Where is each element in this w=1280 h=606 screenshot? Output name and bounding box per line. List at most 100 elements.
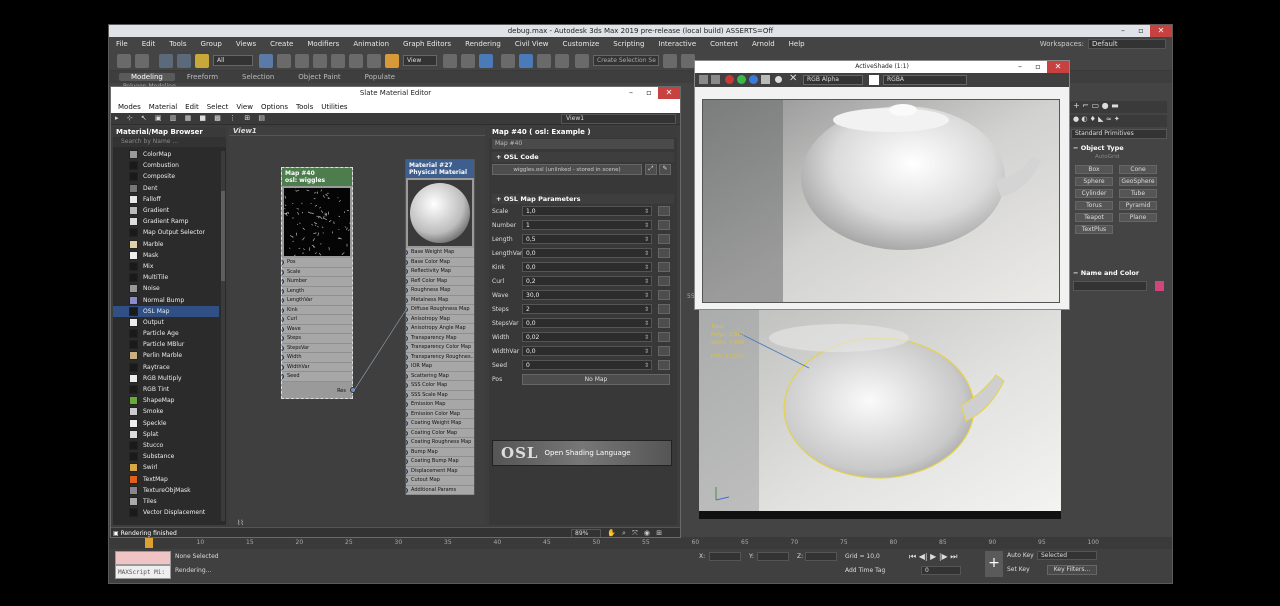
material-input-slot[interactable]: Emission Color Map <box>406 409 474 419</box>
slate-menu-options[interactable]: Options <box>257 103 292 111</box>
map-list-item[interactable]: Tiles <box>113 496 219 507</box>
activeshade-close-button[interactable]: ✕ <box>1047 61 1069 73</box>
map-list-item[interactable]: MultiTile <box>113 272 219 283</box>
select-manipulate-icon[interactable] <box>461 54 475 68</box>
save-image-icon[interactable] <box>699 75 708 84</box>
timeline-ruler[interactable]: 5101520253035404550556065707580859095100 <box>109 537 1172 549</box>
link-icon[interactable] <box>159 54 173 68</box>
material-input-slot[interactable]: Base Color Map <box>406 257 474 267</box>
map-list-item[interactable]: Falloff <box>113 194 219 205</box>
redo-icon[interactable] <box>135 54 149 68</box>
view-dropdown[interactable]: View1 <box>561 114 676 124</box>
activeshade-minimize-button[interactable]: – <box>1011 61 1029 73</box>
material-input-slot[interactable]: Anisotropy Map <box>406 314 474 324</box>
map-list-item[interactable]: TextMap <box>113 473 219 484</box>
material-input-slot[interactable]: Coating Roughness Map <box>406 438 474 448</box>
slate-close-button[interactable]: ✕ <box>658 87 680 99</box>
material-input-slot[interactable]: Additional Params <box>406 485 474 495</box>
map-list-item[interactable]: TextureObjMask <box>113 485 219 496</box>
menu-item-interactive[interactable]: Interactive <box>651 40 703 48</box>
slate-menu-tools[interactable]: Tools <box>292 103 317 111</box>
input-slot[interactable]: StepsVar <box>282 343 352 353</box>
map-list-item[interactable]: Noise <box>113 283 219 294</box>
map-list-item[interactable]: OSL Map <box>113 305 219 317</box>
map-list-item[interactable]: Substance <box>113 451 219 462</box>
create-textplus-button[interactable]: TextPlus <box>1075 225 1113 234</box>
input-socket[interactable] <box>282 288 284 294</box>
activeshade-maximize-button[interactable]: ▫ <box>1029 61 1047 73</box>
pivot-icon[interactable] <box>443 54 457 68</box>
param-spinner[interactable]: 0,2 ⇕ <box>522 276 652 286</box>
input-slot[interactable]: Curl <box>282 315 352 325</box>
input-socket[interactable] <box>282 269 284 275</box>
menu-item-file[interactable]: File <box>109 40 135 48</box>
param-map-button[interactable] <box>658 234 670 244</box>
input-slot[interactable]: Length <box>282 286 352 296</box>
menu-item-animation[interactable]: Animation <box>346 40 396 48</box>
keyboard-shortcut-icon[interactable] <box>479 54 493 68</box>
material-input-slot[interactable]: SSS Scale Map <box>406 390 474 400</box>
browser-scrollbar[interactable] <box>221 151 225 521</box>
param-map-button[interactable] <box>658 262 670 272</box>
selection-filter-dropdown[interactable]: All <box>213 55 253 66</box>
slate-menu-material[interactable]: Material <box>145 103 181 111</box>
material-input-slot[interactable]: SSS Color Map <box>406 381 474 391</box>
alpha-channel-icon[interactable] <box>761 75 770 84</box>
map-list-item[interactable]: Particle MBlur <box>113 339 219 350</box>
ribbon-tab-object-paint[interactable]: Object Paint <box>286 73 352 81</box>
menu-item-content[interactable]: Content <box>703 40 745 48</box>
input-socket[interactable] <box>282 345 284 351</box>
perspective-viewport[interactable]: Total Polys: 3,840 Verts: 7,906 FPS: 27,… <box>699 293 1061 519</box>
osl-map-parameters-rollout[interactable]: + OSL Map Parameters <box>492 194 674 204</box>
material-input-slot[interactable]: Coating Color Map <box>406 428 474 438</box>
param-map-button[interactable] <box>658 206 670 216</box>
node-material-27[interactable]: Material #27 Physical Material Base Weig… <box>405 159 475 495</box>
slate-menu-select[interactable]: Select <box>203 103 233 111</box>
param-map-button[interactable] <box>658 220 670 230</box>
menu-item-edit[interactable]: Edit <box>135 40 163 48</box>
map-list-item[interactable]: Particle Age <box>113 328 219 339</box>
material-input-slot[interactable]: Roughness Map <box>406 286 474 296</box>
slate-menu-utilities[interactable]: Utilities <box>317 103 351 111</box>
material-input-slot[interactable]: Diffuse Roughness Map <box>406 305 474 315</box>
map-list-item[interactable]: Speckle <box>113 418 219 429</box>
green-channel-icon[interactable] <box>737 75 746 84</box>
param-map-button[interactable] <box>658 248 670 258</box>
bind-space-warp-icon[interactable] <box>195 54 209 68</box>
clear-icon[interactable]: ✕ <box>789 73 797 84</box>
spinner-arrows-icon[interactable]: ⇕ <box>644 235 649 244</box>
menu-item-rendering[interactable]: Rendering <box>458 40 508 48</box>
copy-image-icon[interactable] <box>711 75 720 84</box>
monochrome-icon[interactable] <box>775 76 782 83</box>
param-map-button[interactable] <box>658 304 670 314</box>
menu-item-arnold[interactable]: Arnold <box>745 40 782 48</box>
swatch-icon[interactable] <box>869 75 879 85</box>
align-icon[interactable] <box>681 54 695 68</box>
y-coord-field[interactable] <box>757 552 789 561</box>
input-slot[interactable]: Seed <box>282 372 352 382</box>
create-teapot-button[interactable]: Teapot <box>1075 213 1113 222</box>
input-socket[interactable] <box>282 298 284 303</box>
input-slot[interactable]: WidthVar <box>282 362 352 372</box>
input-slot[interactable]: Wave <box>282 324 352 334</box>
menu-item-group[interactable]: Group <box>194 40 229 48</box>
param-spinner[interactable]: 0,5 ⇕ <box>522 234 652 244</box>
input-socket[interactable] <box>282 307 284 313</box>
input-socket[interactable] <box>282 317 284 322</box>
spinner-arrows-icon[interactable]: ⇕ <box>644 249 649 258</box>
create-sphere-button[interactable]: Sphere <box>1075 177 1113 186</box>
maximize-button[interactable]: ▫ <box>1132 25 1150 37</box>
input-socket[interactable] <box>282 260 284 265</box>
primitive-category-dropdown[interactable]: Standard Primitives <box>1071 129 1167 139</box>
spinner-arrows-icon[interactable]: ⇕ <box>644 333 649 342</box>
display-dropdown[interactable]: RGBA <box>883 75 967 85</box>
red-channel-icon[interactable] <box>725 75 734 84</box>
move-icon[interactable] <box>331 54 345 68</box>
auto-key-button[interactable]: Auto Key <box>1007 552 1034 559</box>
node-map-40[interactable]: Map #40 osl: wiggles Pos Scale Number Lengt… <box>281 167 356 399</box>
create-cylinder-button[interactable]: Cylinder <box>1075 189 1113 198</box>
map-list-item[interactable]: Perlin Marble <box>113 350 219 361</box>
spinner-arrows-icon[interactable]: ⇕ <box>644 319 649 328</box>
spinner-arrows-icon[interactable]: ⇕ <box>644 263 649 272</box>
channel-dropdown[interactable]: RGB Alpha <box>803 75 863 85</box>
